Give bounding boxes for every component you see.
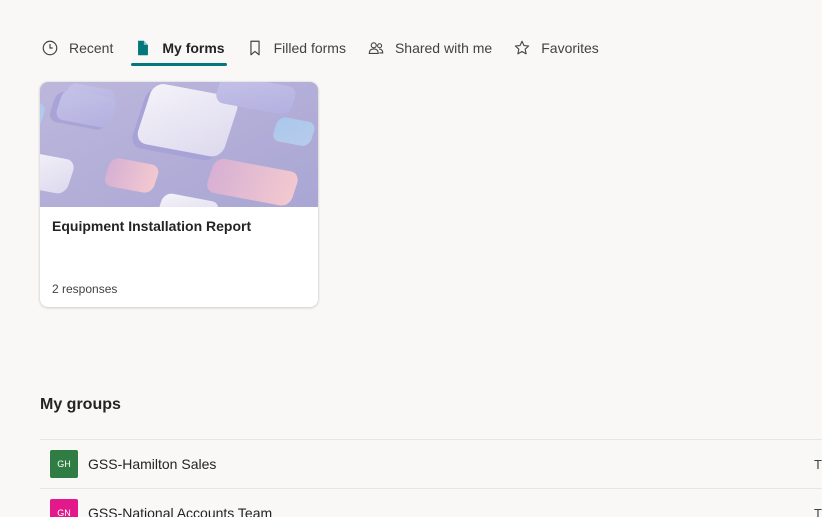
people-icon [366,38,386,58]
form-card[interactable]: Equipment Installation Report 2 response… [40,82,318,307]
form-title: Equipment Installation Report [52,218,252,234]
group-list: GH GSS-Hamilton Sales T GN GSS-National … [40,439,822,517]
tab-my-forms-label: My forms [162,40,225,56]
form-response-count: 2 responses [52,282,118,296]
tab-recent[interactable]: Recent [40,30,113,66]
tab-shared-with-me[interactable]: Shared with me [366,30,492,66]
tab-favorites[interactable]: Favorites [512,30,599,66]
forms-tabs: Recent My forms Filled forms Shared with… [40,30,619,66]
star-icon [512,38,532,58]
tab-filled-forms-label: Filled forms [273,40,346,56]
group-row[interactable]: GN GSS-National Accounts Team T [40,488,822,517]
groups-section-title: My groups [40,396,121,413]
clock-icon [40,38,60,58]
group-name: GSS-Hamilton Sales [88,456,217,472]
group-avatar: GN [50,499,78,517]
forms-page: Recent My forms Filled forms Shared with… [0,0,822,517]
tab-my-forms[interactable]: My forms [131,30,227,66]
group-name: GSS-National Accounts Team [88,505,273,517]
tab-favorites-label: Favorites [541,40,599,56]
tab-recent-label: Recent [69,40,114,56]
form-thumbnail-image [40,82,318,207]
group-avatar: GH [50,450,78,478]
group-row[interactable]: GH GSS-Hamilton Sales T [40,439,822,488]
tab-shared-with-me-label: Shared with me [394,40,493,56]
bookmark-icon [245,38,265,58]
group-trailing-text: T [814,456,822,472]
document-icon [133,38,153,58]
group-trailing-text: T [814,505,822,517]
tab-filled-forms[interactable]: Filled forms [245,30,346,66]
